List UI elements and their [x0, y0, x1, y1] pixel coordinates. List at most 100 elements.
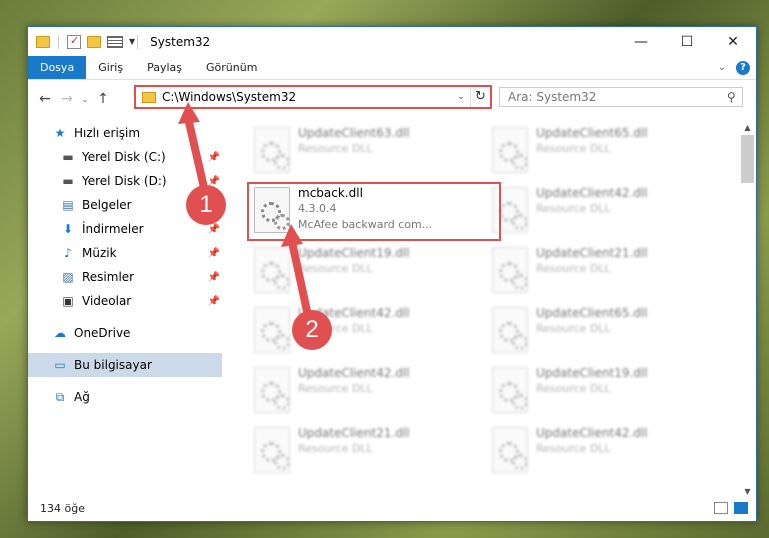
tab-share[interactable]: Paylaş — [135, 56, 194, 79]
close-button[interactable]: ✕ — [710, 27, 756, 56]
dll-file-icon — [254, 127, 290, 173]
navigation-pane: ★ Hızlı erişim ▬ Yerel Disk (C:) 📌 ▬ Yer… — [28, 121, 222, 491]
star-icon: ★ — [54, 126, 66, 140]
drive-icon: ▬ — [62, 150, 74, 164]
pin-icon: 📌 — [207, 295, 220, 307]
dll-file-icon — [492, 367, 528, 413]
callout-badge-2: 2 — [292, 310, 332, 350]
explorer-window: ▼ System32 — ☐ ✕ Dosya Giriş Paylaş Görü… — [27, 26, 757, 522]
tab-home[interactable]: Giriş — [86, 56, 135, 79]
separator — [137, 34, 139, 49]
videos-icon: ▣ — [62, 294, 74, 308]
item-count: 134 öğe — [40, 501, 85, 515]
forward-button[interactable]: → — [56, 91, 78, 107]
documents-icon: ▤ — [62, 198, 74, 212]
file-item[interactable]: UpdateClient65.dll Resource DLL — [486, 121, 716, 179]
dll-file-icon — [254, 427, 290, 473]
pin-icon: 📌 — [207, 247, 220, 259]
sidebar-item-label: Müzik — [82, 246, 117, 260]
file-item[interactable]: UpdateClient65.dll Resource DLL — [486, 301, 716, 359]
file-name: UpdateClient21.dll — [536, 246, 648, 260]
expand-ribbon-icon[interactable]: ⌄ — [718, 62, 726, 73]
search-input[interactable]: Ara: System32 ⚲ — [499, 87, 743, 107]
sidebar-item-videos[interactable]: ▣ Videolar 📌 — [28, 289, 222, 313]
sidebar-item-label: OneDrive — [74, 326, 131, 340]
file-item[interactable]: UpdateClient42.dll Resource DLL — [248, 301, 478, 359]
customize-toolbar-icon[interactable] — [107, 35, 123, 48]
scroll-thumb[interactable] — [741, 135, 754, 183]
search-placeholder: Ara: System32 — [508, 90, 597, 104]
file-item[interactable]: UpdateClient42.dll Resource DLL — [486, 421, 716, 479]
file-item[interactable]: UpdateClient21.dll Resource DLL — [486, 241, 716, 299]
sidebar-item-label: Resimler — [82, 270, 135, 284]
cloud-icon: ☁ — [54, 326, 66, 340]
file-description: Resource DLL — [298, 262, 373, 275]
file-item[interactable]: UpdateClient21.dll Resource DLL — [248, 421, 478, 479]
file-description: Resource DLL — [536, 262, 611, 275]
sidebar-item-label: Videolar — [82, 294, 132, 308]
file-description: Resource DLL — [298, 142, 373, 155]
callout-badge-1: 1 — [186, 185, 226, 225]
window-controls: — ☐ ✕ — [618, 27, 756, 56]
network-icon: ⧉ — [55, 389, 65, 404]
file-name: UpdateClient65.dll — [536, 306, 648, 320]
sidebar-item-music[interactable]: ♪ Müzik 📌 — [28, 241, 222, 265]
new-folder-icon[interactable] — [87, 35, 101, 48]
file-description: Resource DLL — [536, 442, 611, 455]
dll-file-icon — [492, 307, 528, 353]
properties-check-icon[interactable] — [67, 34, 81, 49]
maximize-button[interactable]: ☐ — [664, 27, 710, 56]
chevron-down-icon[interactable]: ⌄ — [452, 92, 470, 102]
details-view-icon[interactable] — [714, 502, 728, 514]
toolbar-dropdown-icon[interactable]: ▼ — [129, 37, 135, 46]
large-icons-view-icon[interactable] — [734, 502, 748, 514]
downloads-icon: ⬇ — [62, 222, 74, 236]
dll-file-icon — [254, 367, 290, 413]
search-icon[interactable]: ⚲ — [727, 90, 736, 104]
separator — [58, 34, 59, 49]
pin-icon: 📌 — [207, 151, 220, 163]
scroll-up-icon[interactable]: ▲ — [739, 121, 756, 135]
folder-icon — [36, 35, 50, 48]
highlight-box-file — [247, 182, 501, 241]
sidebar-item-disk-c[interactable]: ▬ Yerel Disk (C:) 📌 — [28, 145, 222, 169]
file-name: UpdateClient19.dll — [536, 366, 648, 380]
sidebar-item-onedrive[interactable]: ☁ OneDrive — [28, 321, 222, 345]
sidebar-item-label: Ağ — [74, 390, 90, 404]
refresh-button[interactable]: ↻ — [470, 87, 490, 107]
minimize-button[interactable]: — — [618, 27, 664, 56]
up-button[interactable]: ↑ — [92, 91, 114, 107]
file-name: UpdateClient65.dll — [536, 126, 648, 140]
help-icon[interactable]: ? — [736, 60, 750, 75]
file-item[interactable]: UpdateClient42.dll Resource DLL — [248, 361, 478, 419]
dll-file-icon — [492, 127, 528, 173]
file-description: Resource DLL — [298, 442, 373, 455]
sidebar-item-label: Hızlı erişim — [74, 126, 141, 140]
dll-file-icon — [492, 247, 528, 293]
file-item[interactable]: UpdateClient19.dll Resource DLL — [486, 361, 716, 419]
status-bar: 134 öğe — [28, 495, 756, 521]
recent-locations-button[interactable]: ⌄ — [78, 95, 92, 104]
file-item[interactable]: UpdateClient63.dll Resource DLL — [248, 121, 478, 179]
tab-view[interactable]: Görünüm — [194, 56, 269, 79]
file-name: UpdateClient42.dll — [536, 426, 648, 440]
tab-file[interactable]: Dosya — [28, 56, 87, 79]
view-toggle — [714, 502, 748, 514]
file-name: UpdateClient21.dll — [298, 426, 410, 440]
file-item[interactable]: UpdateClient42.dll Resource DLL — [486, 181, 716, 239]
back-button[interactable]: ← — [34, 91, 56, 107]
pin-icon: 📌 — [207, 223, 220, 235]
sidebar-item-pictures[interactable]: ▨ Resimler 📌 — [28, 265, 222, 289]
vertical-scrollbar[interactable]: ▲ ▼ — [739, 121, 756, 499]
music-icon: ♪ — [64, 246, 72, 260]
address-path[interactable]: C:\Windows\System32 — [162, 90, 452, 104]
file-item[interactable]: UpdateClient19.dll Resource DLL — [248, 241, 478, 299]
file-name: UpdateClient42.dll — [536, 186, 648, 200]
sidebar-item-label: Yerel Disk (D:) — [82, 174, 167, 188]
sidebar-item-quick-access[interactable]: ★ Hızlı erişim — [28, 121, 222, 145]
sidebar-item-this-pc[interactable]: ▭ Bu bilgisayar — [28, 353, 222, 377]
sidebar-item-network[interactable]: ⧉ Ağ — [28, 385, 222, 409]
ribbon-right: ⌄ ? — [718, 56, 756, 79]
sidebar-item-label: Bu bilgisayar — [74, 358, 152, 372]
address-bar[interactable]: C:\Windows\System32 ⌄ ↻ — [134, 85, 492, 109]
